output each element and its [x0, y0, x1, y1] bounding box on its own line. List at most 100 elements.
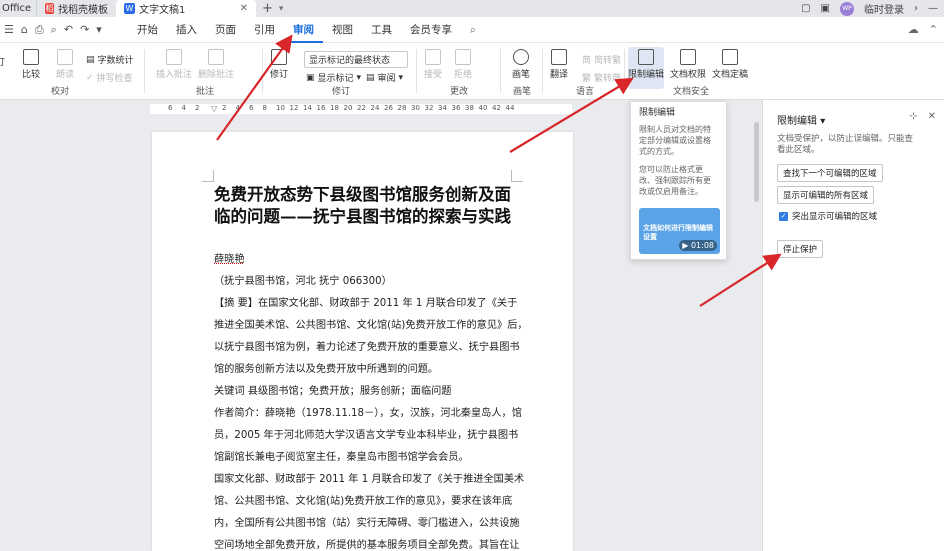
- menu-start[interactable]: 开始: [128, 17, 167, 43]
- s2t-button[interactable]: 简简转繁: [582, 53, 621, 66]
- markup-select[interactable]: 显示标记的最终状态: [304, 51, 408, 68]
- track-changes-button[interactable]: 修订: [270, 49, 288, 80]
- pin-icon[interactable]: ⊹: [909, 111, 917, 122]
- doc-line: 馆副馆长兼电子阅览室主任，秦皇岛市图书馆学会会员。: [214, 452, 469, 463]
- tab-office[interactable]: Office: [0, 0, 36, 17]
- group-change: 接受 拒绝 更改: [420, 47, 498, 99]
- open-icon[interactable]: ⌂: [21, 23, 28, 37]
- word-count-icon: ▤: [86, 54, 95, 65]
- ruler-tick: 30: [411, 104, 420, 112]
- cloud-icon[interactable]: ☁: [908, 23, 919, 36]
- ruler-tick: 40: [478, 104, 488, 112]
- doc-permission-button[interactable]: 文档权限: [670, 49, 706, 80]
- more-icon[interactable]: ▾: [96, 23, 102, 37]
- redo-icon[interactable]: ↷: [80, 23, 89, 37]
- doc-line: 馆的服务创新方法以及免费开放中所遇到的问题。: [214, 364, 439, 375]
- insert-comment-button[interactable]: 插入批注: [156, 49, 192, 80]
- finalize-button[interactable]: 文档定稿: [712, 49, 748, 80]
- group-language: 翻译 简简转繁 繁繁转简 语言: [546, 47, 624, 99]
- document-page[interactable]: 免费开放态势下县级图书馆服务创新及面 临的问题——抚宁县图书馆的探索与实践 薛晓…: [152, 132, 573, 551]
- review-icon: ▤: [366, 72, 375, 83]
- ruler-tick: 36: [451, 104, 461, 112]
- ruler-tick: 14: [303, 104, 312, 112]
- panel-title[interactable]: 限制编辑 ▾: [777, 112, 825, 127]
- template-icon: 稻: [45, 3, 54, 14]
- menu-reference[interactable]: 引用: [245, 17, 284, 43]
- user-menu-chevron-icon[interactable]: ›: [914, 3, 918, 14]
- markup-icon: ▣: [306, 72, 315, 83]
- ruler-tick: 32: [424, 104, 434, 112]
- close-tab-icon[interactable]: ✕: [240, 3, 248, 14]
- read-aloud-button[interactable]: 朗读: [56, 49, 74, 80]
- tab-templates[interactable]: 稻 找稻壳模板: [36, 0, 116, 17]
- avatar[interactable]: WP: [840, 1, 854, 16]
- expand-icon[interactable]: ⌃: [929, 23, 938, 36]
- ruler-tick: 42: [492, 104, 501, 112]
- ruler-tick: 16: [316, 104, 326, 112]
- show-all-regions-button[interactable]: 显示可编辑的所有区域: [777, 186, 875, 204]
- indent-marker-icon[interactable]: ▽: [211, 104, 219, 114]
- spell-check-button[interactable]: ✓ 拼写检查: [86, 71, 133, 85]
- restrict-edit-button[interactable]: 限制编辑: [628, 47, 664, 89]
- print-button[interactable]: 打: [0, 55, 5, 68]
- scrollbar[interactable]: [754, 122, 759, 202]
- stop-protection-button[interactable]: 停止保护: [777, 240, 824, 258]
- ruler-tick: 28: [397, 104, 407, 112]
- group-label: 语言: [575, 87, 594, 97]
- preview-icon[interactable]: ⌕: [51, 23, 57, 37]
- menu-view[interactable]: 视图: [323, 17, 362, 43]
- file-icon[interactable]: ☰: [4, 23, 14, 37]
- accept-button[interactable]: 接受: [424, 49, 442, 80]
- tab-dropdown-icon[interactable]: ▾: [279, 4, 284, 14]
- pen-icon: [513, 49, 529, 65]
- ruler-tick: 24: [370, 104, 380, 112]
- find-next-region-button[interactable]: 查找下一个可编辑的区域: [777, 164, 883, 182]
- new-tab-button[interactable]: +: [256, 1, 279, 16]
- pen-button[interactable]: 画笔: [512, 49, 530, 80]
- doc-title-line2: 临的问题——抚宁县图书馆的探索与实践: [214, 207, 511, 226]
- layout-icon[interactable]: ▢: [801, 3, 810, 14]
- menu-member[interactable]: 会员专享: [401, 17, 461, 43]
- doc-line: 【摘 要】在国家文化部、财政部于 2011 年 1 月联合印发了《关于: [214, 298, 518, 309]
- t2s-button[interactable]: 繁繁转简: [582, 71, 621, 84]
- highlight-regions-checkbox[interactable]: ✓ 突出显示可编辑的区域: [779, 210, 877, 222]
- show-markup-button[interactable]: ▣ 显示标记 ▾: [306, 71, 361, 85]
- menu-review[interactable]: 审阅: [284, 17, 323, 43]
- review-pane-button[interactable]: ▤ 审阅 ▾: [366, 71, 403, 85]
- reject-button[interactable]: 拒绝: [454, 49, 472, 80]
- doc-line: 国家文化部、财政部于 2011 年 1 月联合印发了《关于推进全国美术: [214, 474, 525, 485]
- sidebar-icon[interactable]: ▣: [821, 3, 830, 14]
- divider: [500, 49, 501, 93]
- login-link[interactable]: 临时登录: [864, 1, 904, 16]
- doc-line: 空间场地全部免费开放，所提供的基本服务项目全部免费。其旨在让: [214, 540, 520, 551]
- compare-button[interactable]: 比较: [22, 49, 40, 80]
- menu-insert[interactable]: 插入: [167, 17, 206, 43]
- delete-comment-button[interactable]: 删除批注: [198, 49, 234, 80]
- ruler-tick: 4: [235, 104, 240, 112]
- tab-document[interactable]: W 文字文稿1 ✕: [116, 0, 256, 17]
- ribbon-review: 打 比较 朗读 ▤ 字数统计 ✓ 拼写检查 校对 插入批注 删除批注 批注 修订 显…: [0, 43, 944, 100]
- comment-icon: [166, 49, 182, 65]
- chevron-down-icon: ▾: [820, 116, 826, 127]
- group-pen: 画笔 画笔: [504, 47, 540, 99]
- print-icon[interactable]: ⎙: [35, 23, 44, 37]
- close-icon[interactable]: ✕: [928, 111, 936, 122]
- translate-button[interactable]: 翻译: [550, 49, 568, 80]
- group-label: 画笔: [512, 87, 531, 97]
- word-count-button[interactable]: ▤ 字数统计: [86, 53, 134, 67]
- ruler-tick: 22: [357, 104, 366, 112]
- tooltip-text: 您可以防止格式更改、强制跟踪所有更改或仅启用备注。: [639, 165, 711, 196]
- menu-page[interactable]: 页面: [206, 17, 245, 43]
- menu-tools[interactable]: 工具: [362, 17, 401, 43]
- undo-icon[interactable]: ↶: [64, 23, 73, 37]
- minimize-icon[interactable]: —: [928, 3, 938, 14]
- ruler-tick: 6: [168, 104, 173, 112]
- divider: [624, 49, 625, 93]
- tab-label: 文字文稿1: [139, 5, 186, 16]
- group-label: 校对: [50, 87, 69, 97]
- tutorial-video[interactable]: 文档如何进行限制编辑设置 ▶ 01:08: [639, 208, 720, 254]
- tooltip-text: 限制人员对文档的特定部分编辑或设置格式的方式。: [639, 125, 711, 156]
- doc-line: 以抚宁县图书馆为例，着力论述了免费开放的重要意义、抚宁县图书: [214, 342, 520, 353]
- restrict-edit-panel: 限制编辑 ▾ ⊹ ✕ 文档受保护，以防止误编辑。只能查看此区域。 查找下一个可编…: [762, 100, 944, 551]
- search-icon[interactable]: ⌕: [461, 17, 485, 43]
